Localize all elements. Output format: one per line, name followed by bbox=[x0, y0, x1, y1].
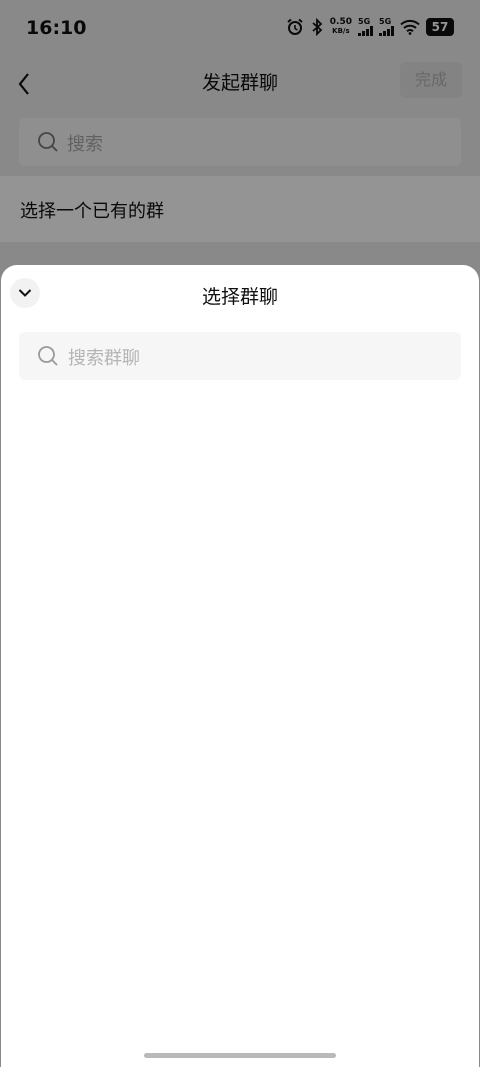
search-icon bbox=[38, 346, 58, 366]
group-search-placeholder: 搜索群聊 bbox=[68, 348, 140, 369]
select-group-sheet: 选择群聊 搜索群聊 bbox=[1, 265, 479, 1067]
group-search-input[interactable]: 搜索群聊 bbox=[19, 332, 461, 380]
home-indicator[interactable] bbox=[144, 1053, 336, 1058]
sheet-title: 选择群聊 bbox=[201, 286, 278, 308]
